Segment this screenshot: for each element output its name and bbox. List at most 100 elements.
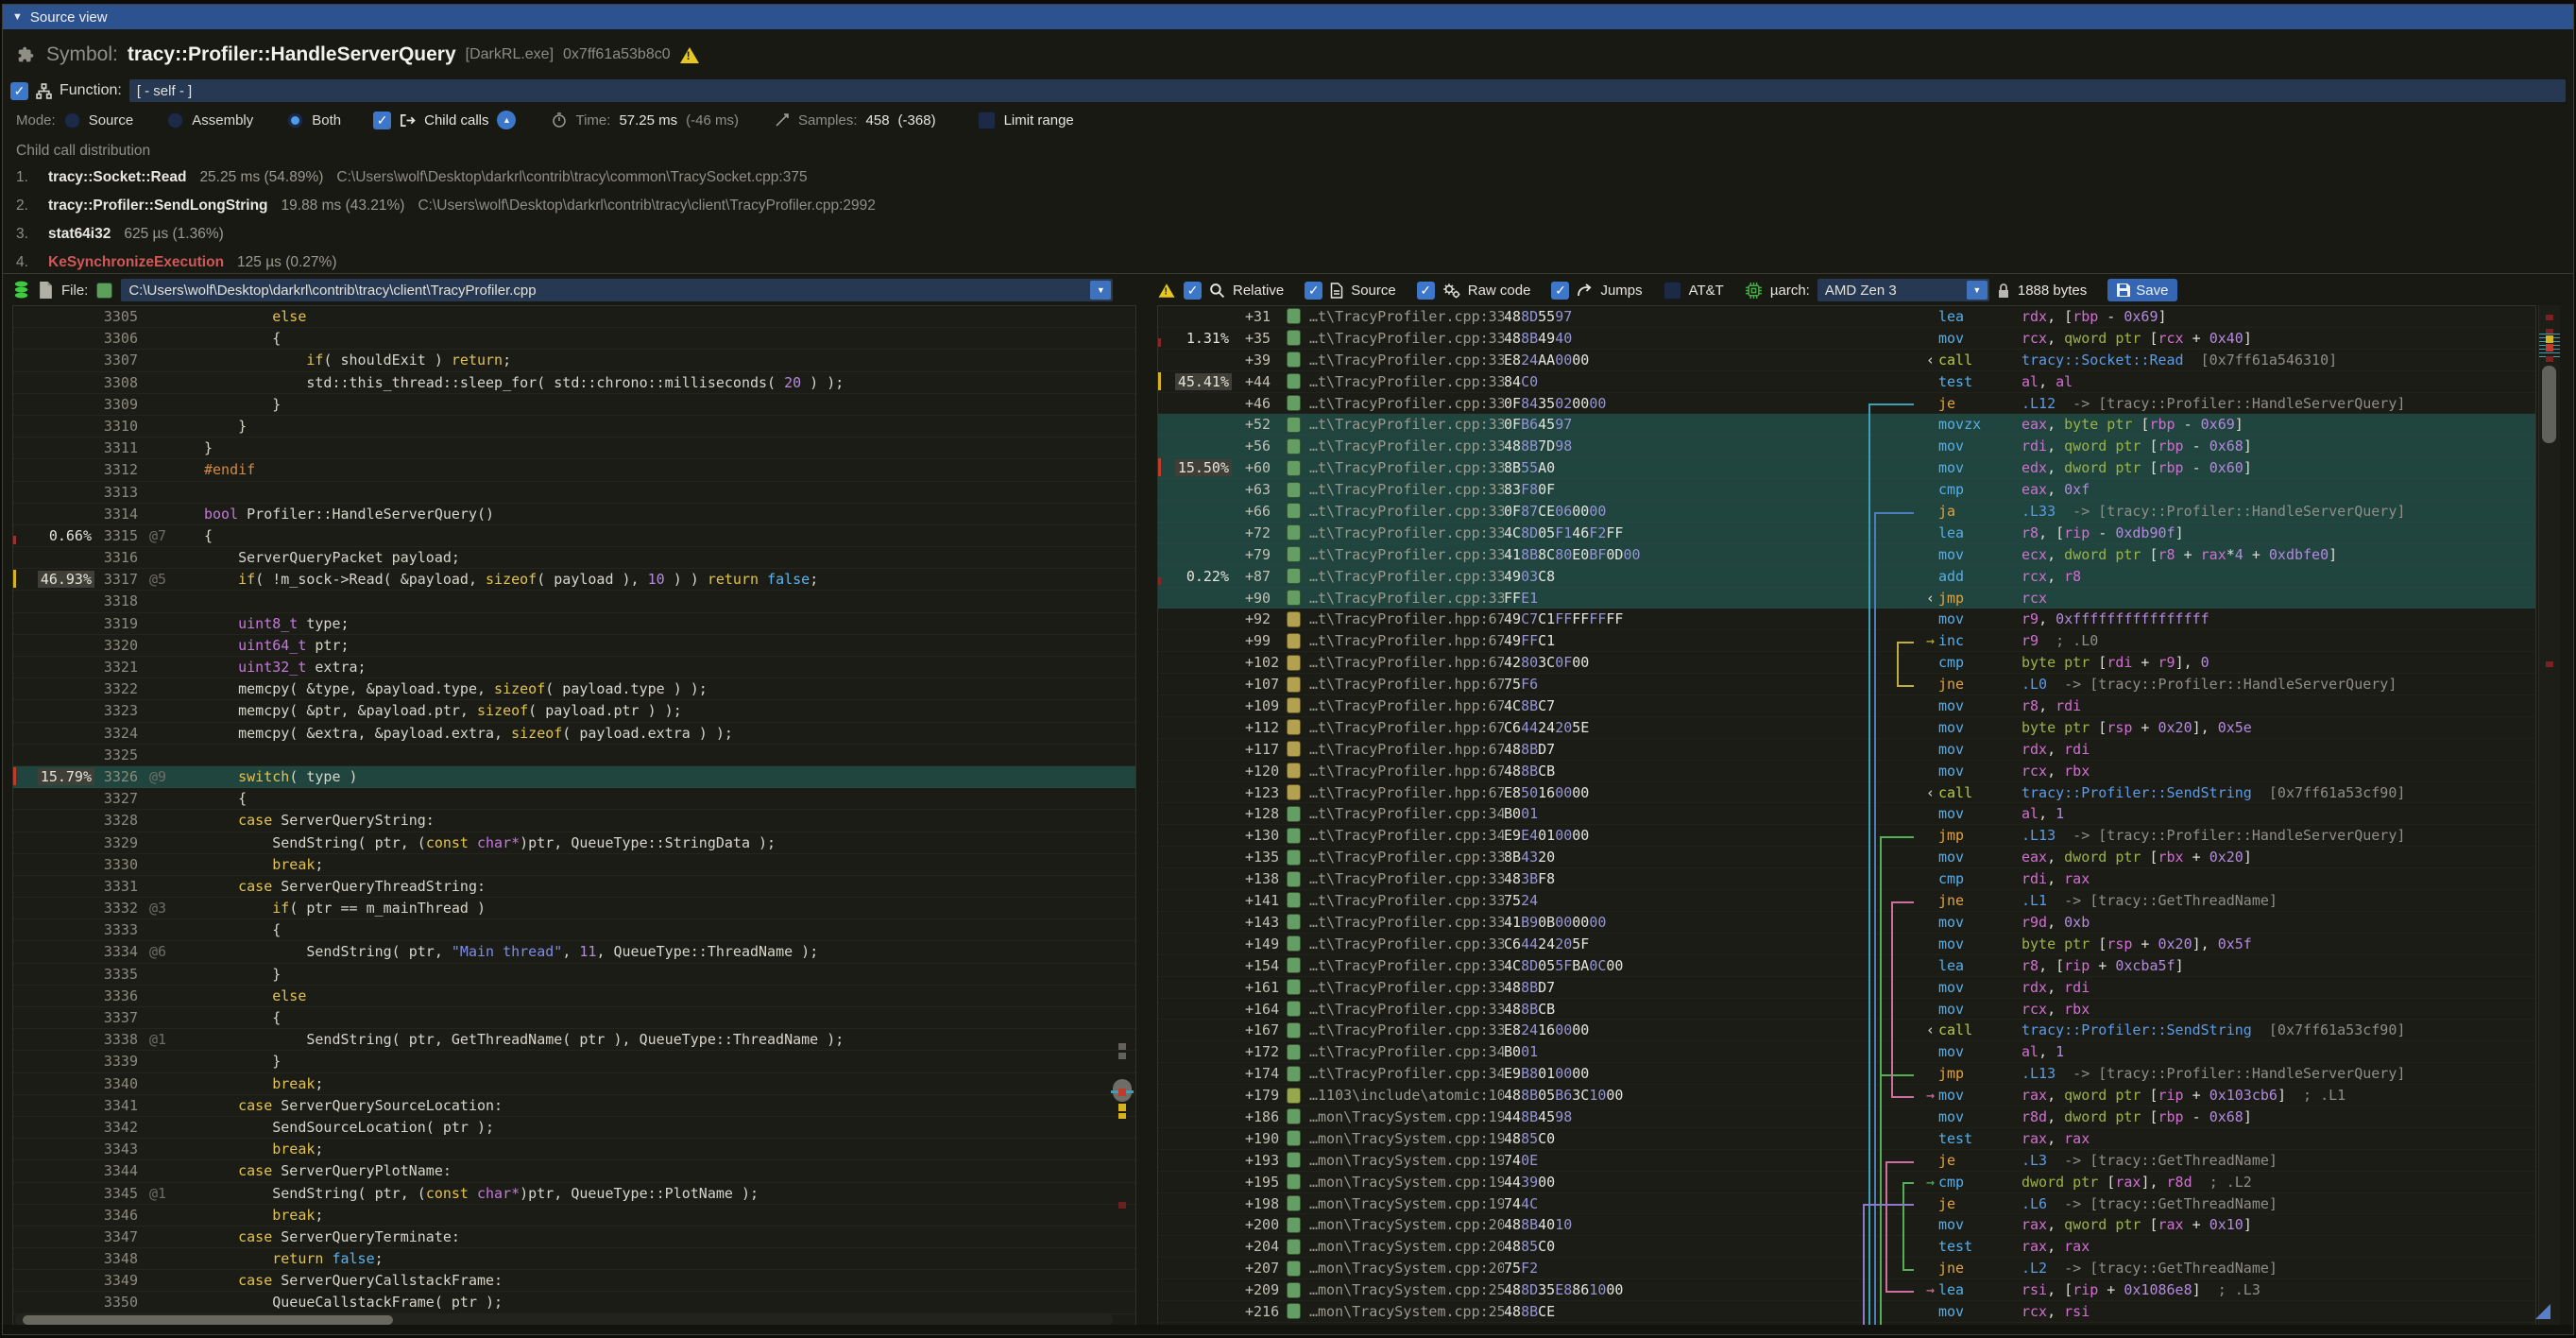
asm-source-location[interactable]: …t\TracyProfiler.cpp:3332 <box>1309 890 1504 911</box>
asm-offset[interactable]: +149 <box>1232 934 1287 954</box>
source-line[interactable]: 3319 uint8_t type; <box>13 613 1135 635</box>
asm-offset[interactable]: +90 <box>1232 588 1287 609</box>
source-line[interactable]: 3318 <box>13 591 1135 612</box>
asm-source-location[interactable]: …t\TracyProfiler.cpp:3334 <box>1309 955 1504 976</box>
source-file-icon[interactable] <box>1287 761 1309 781</box>
source-line[interactable]: 3350 QueueCallstackFrame( ptr ); <box>13 1292 1135 1313</box>
asm-mnemonic[interactable]: mov <box>1938 934 2022 954</box>
line-number[interactable]: 3322 <box>94 678 140 699</box>
line-number[interactable]: 3326 <box>94 766 140 787</box>
asm-offset[interactable]: +46 <box>1232 393 1287 414</box>
asm-offset[interactable]: +39 <box>1232 350 1287 370</box>
line-number[interactable]: 3315 <box>94 525 140 546</box>
source-file-icon[interactable] <box>1287 523 1309 543</box>
source-file-icon[interactable] <box>1287 1085 1309 1106</box>
asm-source-location[interactable]: …t\TracyProfiler.hpp:676 <box>1309 674 1504 695</box>
asm-row[interactable]: +112…t\TracyProfiler.hpp:676C64424205Emo… <box>1158 717 2535 739</box>
line-number[interactable]: 3324 <box>94 723 140 744</box>
save-button[interactable]: Save <box>2107 279 2177 301</box>
asm-offset[interactable]: +193 <box>1232 1150 1287 1171</box>
asm-row[interactable]: +154…t\TracyProfiler.cpp:33344C8D055FBA0… <box>1158 955 2535 977</box>
line-number[interactable]: 3333 <box>94 919 140 940</box>
asm-source-location[interactable]: …t\TracyProfiler.cpp:3326 <box>1309 588 1504 609</box>
asm-mnemonic[interactable]: call <box>1938 782 2022 803</box>
child-calls-checkbox[interactable]: ✓ <box>373 112 391 129</box>
resize-grip[interactable] <box>2535 1304 2550 1319</box>
source-line[interactable]: 3314bool Profiler::HandleServerQuery() <box>13 504 1135 525</box>
source-line[interactable]: 3320 uint64_t ptr; <box>13 635 1135 657</box>
asm-source-location[interactable]: …1103\include\atomic:1048 <box>1309 1085 1504 1106</box>
asm-mnemonic[interactable]: jmp <box>1938 588 2022 609</box>
asm-row[interactable]: +123…t\TracyProfiler.hpp:676E850160000‹c… <box>1158 782 2535 804</box>
asm-mnemonic[interactable]: mov <box>1938 436 2022 456</box>
asm-mnemonic[interactable]: jne <box>1938 1258 2022 1278</box>
asm-offset[interactable]: +92 <box>1232 609 1287 629</box>
asm-source-location[interactable]: …mon\TracySystem.cpp:258 <box>1309 1301 1504 1322</box>
asm-offset[interactable]: +186 <box>1232 1106 1287 1127</box>
asm-source-location[interactable]: …t\TracyProfiler.cpp:3326 <box>1309 479 1504 500</box>
collapse-arrow-icon[interactable]: ▼ <box>12 11 23 23</box>
asm-mnemonic[interactable]: cmp <box>1938 479 2022 500</box>
asm-row[interactable]: +143…t\TracyProfiler.cpp:333441B90B00000… <box>1158 912 2535 934</box>
source-line[interactable]: 3335 } <box>13 964 1135 986</box>
source-file-icon[interactable] <box>1287 912 1309 933</box>
source-file-icon[interactable] <box>1287 436 1309 456</box>
child-call-item[interactable]: 3.stat64i32625 µs (1.36%) <box>16 226 2560 254</box>
asm-offset[interactable]: +216 <box>1232 1301 1287 1322</box>
line-number[interactable]: 3332 <box>94 898 140 918</box>
source-line[interactable]: 3309 } <box>13 394 1135 416</box>
limit-range-checkbox[interactable]: ✓ <box>978 112 996 129</box>
line-number[interactable]: 3325 <box>94 745 140 765</box>
asm-row[interactable]: +193…mon\TracySystem.cpp:197740Eje.L3 ->… <box>1158 1150 2535 1172</box>
asm-mnemonic[interactable]: lea <box>1938 955 2022 976</box>
source-line[interactable]: 3344 case ServerQueryPlotName: <box>13 1160 1135 1182</box>
line-number[interactable]: 3323 <box>94 700 140 721</box>
source-file-icon[interactable] <box>1287 674 1309 695</box>
asm-offset[interactable]: +102 <box>1232 652 1287 673</box>
line-number[interactable]: 3350 <box>94 1292 140 1312</box>
line-number[interactable]: 3348 <box>94 1248 140 1269</box>
asm-row[interactable]: +31…t\TracyProfiler.cpp:3317488D5597lear… <box>1158 306 2535 328</box>
asm-offset[interactable]: +204 <box>1232 1236 1287 1257</box>
source-line[interactable]: 3345@1 SendString( ptr, (const char*)ptr… <box>13 1183 1135 1205</box>
asm-source-location[interactable]: …t\TracyProfiler.hpp:676 <box>1309 761 1504 781</box>
source-file-icon[interactable] <box>1287 955 1309 976</box>
source-line[interactable]: 3305 else <box>13 306 1135 328</box>
asm-offset[interactable]: +63 <box>1232 479 1287 500</box>
asm-row[interactable]: +128…t\TracyProfiler.cpp:3401B001moval, … <box>1158 803 2535 825</box>
child-call-item[interactable]: 4.KeSynchronizeExecution125 µs (0.27%) <box>16 254 2560 273</box>
asm-offset[interactable]: +44 <box>1232 371 1287 392</box>
asm-row[interactable]: +149…t\TracyProfiler.cpp:3334C64424205Fm… <box>1158 934 2535 955</box>
asm-source-location[interactable]: …t\TracyProfiler.cpp:3401 <box>1309 825 1504 846</box>
line-number[interactable]: 3312 <box>94 459 140 480</box>
line-number[interactable]: 3310 <box>94 416 140 437</box>
scrollbar-thumb[interactable] <box>23 1315 393 1325</box>
asm-offset[interactable]: +120 <box>1232 761 1287 781</box>
asm-offset[interactable]: +135 <box>1232 847 1287 867</box>
asm-source-location[interactable]: …mon\TracySystem.cpp:197 <box>1309 1128 1504 1149</box>
asm-mnemonic[interactable]: mov <box>1938 977 2022 998</box>
scrollbar-thumb[interactable] <box>2542 366 2556 443</box>
raw-code-checkbox[interactable]: ✓ <box>1417 282 1435 300</box>
asm-source-location[interactable]: …mon\TracySystem.cpp:199 <box>1309 1172 1504 1192</box>
asm-mnemonic[interactable]: cmp <box>1938 652 2022 673</box>
asm-offset[interactable]: +209 <box>1232 1279 1287 1300</box>
asm-source-location[interactable]: …t\TracyProfiler.cpp:3401 <box>1309 1041 1504 1062</box>
asm-row[interactable]: 0.22%+87…t\TracyProfiler.cpp:33264903C8a… <box>1158 566 2535 588</box>
source-line[interactable]: 3346 break; <box>13 1205 1135 1226</box>
function-checkbox[interactable]: ✓ <box>10 82 28 100</box>
source-line[interactable]: 3337 { <box>13 1007 1135 1029</box>
asm-mnemonic[interactable]: mov <box>1938 912 2022 933</box>
asm-mnemonic[interactable]: cmp <box>1938 1172 2022 1192</box>
source-line[interactable]: 3336 else <box>13 986 1135 1007</box>
asm-mnemonic[interactable]: mov <box>1938 1301 2022 1322</box>
source-file-icon[interactable] <box>1287 630 1309 651</box>
file-combo[interactable]: C:\Users\wolf\Desktop\darkrl\contrib\tra… <box>121 279 1113 301</box>
source-file-icon[interactable] <box>1287 371 1309 392</box>
uarch-combo[interactable]: AMD Zen 3 ▼ <box>1817 279 1989 301</box>
asm-row[interactable]: +164…t\TracyProfiler.cpp:3334488BCBmovrc… <box>1158 999 2535 1021</box>
source-file-icon[interactable] <box>1287 609 1309 629</box>
source-file-icon[interactable] <box>1287 1236 1309 1257</box>
asm-row[interactable]: +130…t\TracyProfiler.cpp:3401E9E4010000j… <box>1158 825 2535 847</box>
asm-row[interactable]: +195…mon\TracySystem.cpp:199443900→cmpdw… <box>1158 1172 2535 1193</box>
